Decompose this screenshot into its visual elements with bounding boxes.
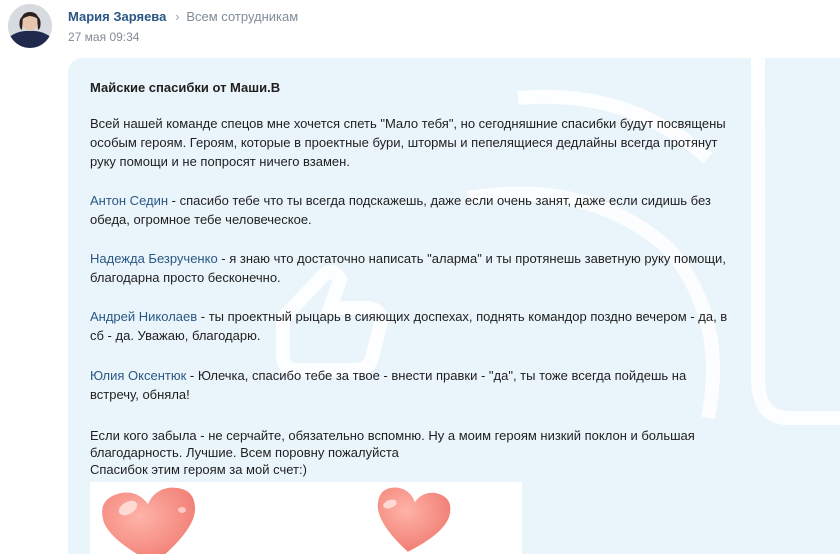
thanks-item: Надежда Безрученко - я знаю что достаточ… bbox=[90, 249, 730, 287]
thanks-item: Антон Седин - спасибо тебе что ты всегда… bbox=[90, 191, 730, 229]
outro-text: Если кого забыла - не серчайте, обязател… bbox=[90, 428, 695, 460]
thanks-item: Юлия Оксентюк - Юлечка, спасибо тебе за … bbox=[90, 366, 730, 404]
thanks-text: - спасибо тебе что ты всегда подскажешь,… bbox=[90, 193, 711, 227]
mention-link[interactable]: Юлия Оксентюк bbox=[90, 368, 186, 383]
chevron-right-icon: › bbox=[175, 9, 180, 24]
outro-signoff: Спасибок этим героям за мой счет:) bbox=[90, 462, 307, 477]
thanks-item: Андрей Николаев - ты проектный рыцарь в … bbox=[90, 307, 730, 345]
intro-paragraph: Всей нашей команде спецов мне хочется сп… bbox=[90, 116, 726, 169]
recipient-label[interactable]: Всем сотрудникам bbox=[186, 9, 298, 24]
heart-icon bbox=[102, 487, 195, 554]
post-timestamp[interactable]: 27 мая 09:34 bbox=[68, 30, 139, 44]
outro-paragraph: Если кого забыла - не серчайте, обязател… bbox=[90, 427, 730, 478]
heart-icon bbox=[377, 487, 451, 552]
mention-link[interactable]: Антон Седин bbox=[90, 193, 168, 208]
hearts-image[interactable] bbox=[90, 482, 522, 554]
mention-link[interactable]: Андрей Николаев bbox=[90, 309, 197, 324]
author-name[interactable]: Мария Заряева bbox=[68, 9, 166, 24]
post-title: Майские спасибки от Маши.В bbox=[90, 80, 281, 95]
avatar[interactable] bbox=[8, 4, 52, 48]
mention-link[interactable]: Надежда Безрученко bbox=[90, 251, 218, 266]
